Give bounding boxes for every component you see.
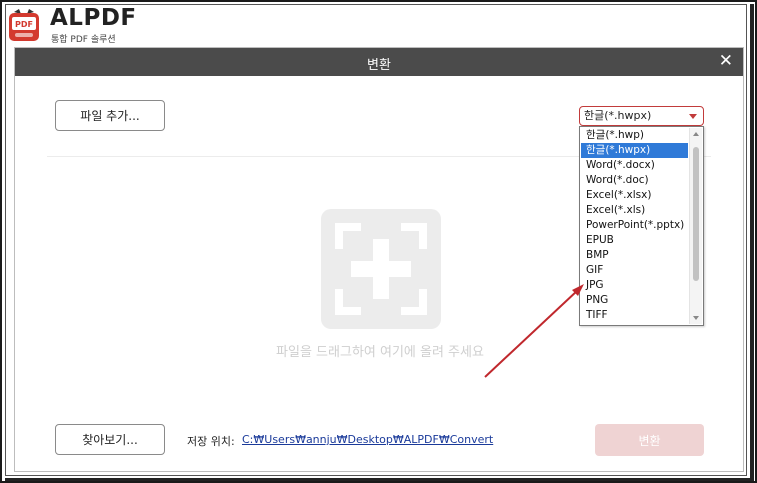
dialog-titlebar: 변환 ✕: [15, 48, 743, 76]
browse-button[interactable]: 찾아보기...: [55, 424, 165, 455]
format-option[interactable]: JPG: [581, 278, 688, 293]
convert-dialog: 변환 ✕ 파일 추가... 한글(*.hwpx) 파일을 드래그하여 여기에 올…: [14, 47, 744, 472]
format-option[interactable]: TIFF: [581, 308, 688, 323]
app-subtitle: 통합 PDF 솔루션: [51, 35, 116, 45]
chevron-down-icon: [689, 114, 697, 119]
scroll-down-icon[interactable]: [693, 316, 699, 320]
window-shadow-bottom: [5, 478, 754, 481]
save-location-label: 저장 위치:: [187, 435, 235, 448]
format-option[interactable]: Word(*.doc): [581, 173, 688, 188]
add-file-drop-icon[interactable]: [321, 209, 441, 329]
format-select-value: 한글(*.hwpx): [584, 109, 652, 122]
window-shadow-right: [750, 4, 754, 480]
logo-text: PDF: [15, 20, 33, 29]
format-option[interactable]: BMP: [581, 248, 688, 263]
format-option[interactable]: Excel(*.xls): [581, 203, 688, 218]
format-option[interactable]: 한글(*.hwp): [581, 128, 688, 143]
format-list: 한글(*.hwp) 한글(*.hwpx) Word(*.docx) Word(*.do…: [581, 128, 688, 323]
convert-button[interactable]: 변환: [595, 424, 704, 456]
app-title: ALPDF: [50, 5, 137, 31]
add-file-button[interactable]: 파일 추가...: [55, 100, 165, 131]
format-dropdown: 한글(*.hwp) 한글(*.hwpx) Word(*.docx) Word(*.do…: [579, 126, 704, 326]
format-option[interactable]: Excel(*.xlsx): [581, 188, 688, 203]
format-option[interactable]: GIF: [581, 263, 688, 278]
format-select[interactable]: 한글(*.hwpx): [579, 106, 704, 126]
dialog-title: 변환: [367, 58, 391, 73]
format-option[interactable]: PowerPoint(*.pptx): [581, 218, 688, 233]
format-option[interactable]: PNG: [581, 293, 688, 308]
format-option[interactable]: EPUB: [581, 233, 688, 248]
dropdown-scrollbar[interactable]: [689, 128, 702, 324]
drop-hint: 파일을 드래그하여 여기에 올려 주세요: [276, 345, 484, 360]
format-option[interactable]: Word(*.docx): [581, 158, 688, 173]
save-path-link[interactable]: C:₩Users₩annju₩Desktop₩ALPDF₩Convert: [242, 433, 493, 446]
close-icon[interactable]: ✕: [719, 51, 733, 71]
scroll-thumb[interactable]: [693, 147, 699, 281]
app-header: PDF ALPDF 통합 PDF 솔루션: [6, 5, 746, 47]
scroll-up-icon[interactable]: [693, 132, 699, 136]
alpdf-logo-icon: PDF: [9, 9, 39, 41]
format-option[interactable]: 한글(*.hwpx): [581, 143, 688, 158]
